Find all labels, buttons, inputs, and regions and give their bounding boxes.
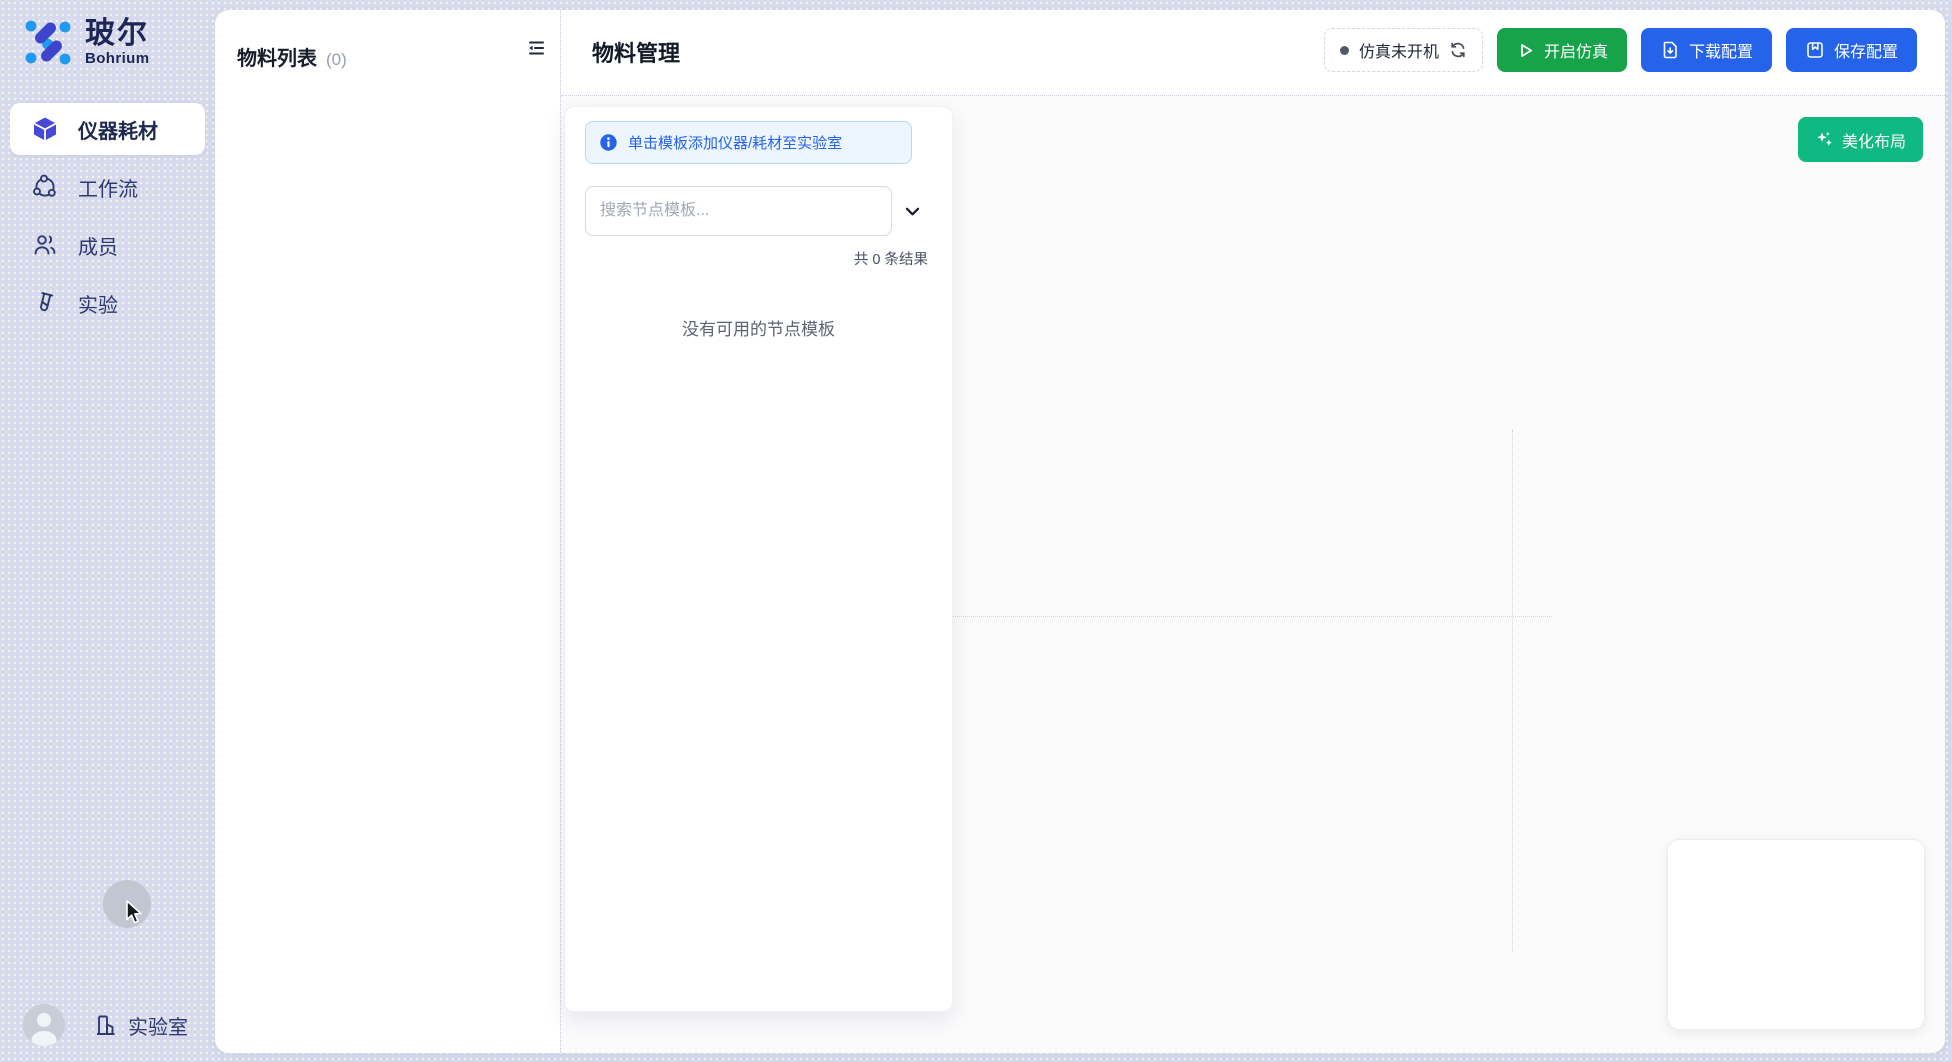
materials-count: (0) <box>326 50 347 70</box>
beautify-layout-button[interactable]: 美化布局 <box>1798 117 1923 162</box>
materials-panel-title: 物料列表 <box>237 42 317 71</box>
start-simulation-label: 开启仿真 <box>1544 38 1608 62</box>
user-avatar[interactable] <box>23 1004 65 1046</box>
chevron-down-icon <box>903 202 922 221</box>
canvas-minimap[interactable] <box>1667 839 1925 1030</box>
save-config-button[interactable]: 保存配置 <box>1786 28 1917 72</box>
start-simulation-button[interactable]: 开启仿真 <box>1497 28 1627 72</box>
test-tube-icon <box>32 290 58 316</box>
sidebar-item-label: 实验 <box>78 289 118 318</box>
building-icon <box>93 1012 119 1038</box>
refresh-icon[interactable] <box>1449 41 1467 59</box>
cube-icon <box>32 116 58 142</box>
brand-name-zh: 玻尔 <box>85 18 149 50</box>
empty-templates-message: 没有可用的节点模板 <box>565 315 952 340</box>
brand-name-en: Bohrium <box>85 50 149 67</box>
save-config-label: 保存配置 <box>1834 38 1898 62</box>
download-config-label: 下载配置 <box>1689 38 1753 62</box>
file-download-icon <box>1660 40 1680 60</box>
sidebar-item-experiments[interactable]: 实验 <box>10 277 205 329</box>
lab-label: 实验室 <box>128 1011 188 1040</box>
bohrium-logo-icon <box>24 18 72 66</box>
play-icon <box>1516 41 1535 60</box>
page-header: 物料管理 仿真未开机 <box>561 10 1945 96</box>
download-config-button[interactable]: 下载配置 <box>1641 28 1772 72</box>
search-row <box>585 186 932 236</box>
brand-logo: 玻尔 Bohrium <box>24 18 149 67</box>
collapse-panel-button[interactable] <box>525 37 547 59</box>
canvas-guide-vertical <box>1512 430 1513 952</box>
results-count: 共 0 条结果 <box>565 248 928 269</box>
page-title: 物料管理 <box>592 36 680 68</box>
sidebar-item-members[interactable]: 成员 <box>10 219 205 271</box>
workspace-canvas[interactable]: 单击模板添加仪器/耗材至实验室 共 0 条结果 没有可用的节点模板 <box>561 96 1945 1053</box>
status-label: 仿真未开机 <box>1359 38 1439 62</box>
mouse-cursor <box>121 898 147 926</box>
canvas-guide-horizontal <box>952 616 1552 617</box>
info-icon <box>599 133 618 152</box>
brand-text: 玻尔 Bohrium <box>85 18 149 67</box>
sidebar-item-label: 仪器耗材 <box>78 115 158 144</box>
lab-switcher[interactable]: 实验室 <box>93 1011 188 1040</box>
main-area: 物料管理 仿真未开机 <box>561 10 1945 1053</box>
main-container: 物料列表 (0) 物料管理 仿真未开机 <box>215 10 1945 1053</box>
sparkles-icon <box>1815 130 1834 149</box>
hint-banner: 单击模板添加仪器/耗材至实验室 <box>585 121 912 164</box>
sidebar-item-instruments[interactable]: 仪器耗材 <box>10 103 205 155</box>
sidebar-nav: 仪器耗材 工作流 成员 <box>10 103 205 329</box>
status-dot-icon <box>1340 46 1349 55</box>
header-actions: 仿真未开机 开启仿真 <box>1324 28 1917 72</box>
workflow-icon <box>32 174 58 200</box>
members-icon <box>32 232 58 258</box>
expand-filters-button[interactable] <box>892 191 932 231</box>
simulation-status-pill[interactable]: 仿真未开机 <box>1324 28 1483 72</box>
sidebar-item-label: 工作流 <box>78 173 138 202</box>
beautify-layout-label: 美化布局 <box>1842 128 1906 152</box>
save-bookmark-icon <box>1805 40 1825 60</box>
sidebar-footer: 实验室 <box>23 1004 188 1046</box>
template-search-panel: 单击模板添加仪器/耗材至实验室 共 0 条结果 没有可用的节点模板 <box>564 106 953 1012</box>
sidebar-item-workflow[interactable]: 工作流 <box>10 161 205 213</box>
avatar-person-icon <box>23 1004 65 1046</box>
materials-panel-header: 物料列表 (0) <box>237 42 347 71</box>
hint-text: 单击模板添加仪器/耗材至实验室 <box>628 132 842 153</box>
sidebar-item-label: 成员 <box>78 231 118 260</box>
template-search-input[interactable] <box>585 186 892 236</box>
app-root: 玻尔 Bohrium 仪器耗材 工作流 <box>0 0 1952 1062</box>
